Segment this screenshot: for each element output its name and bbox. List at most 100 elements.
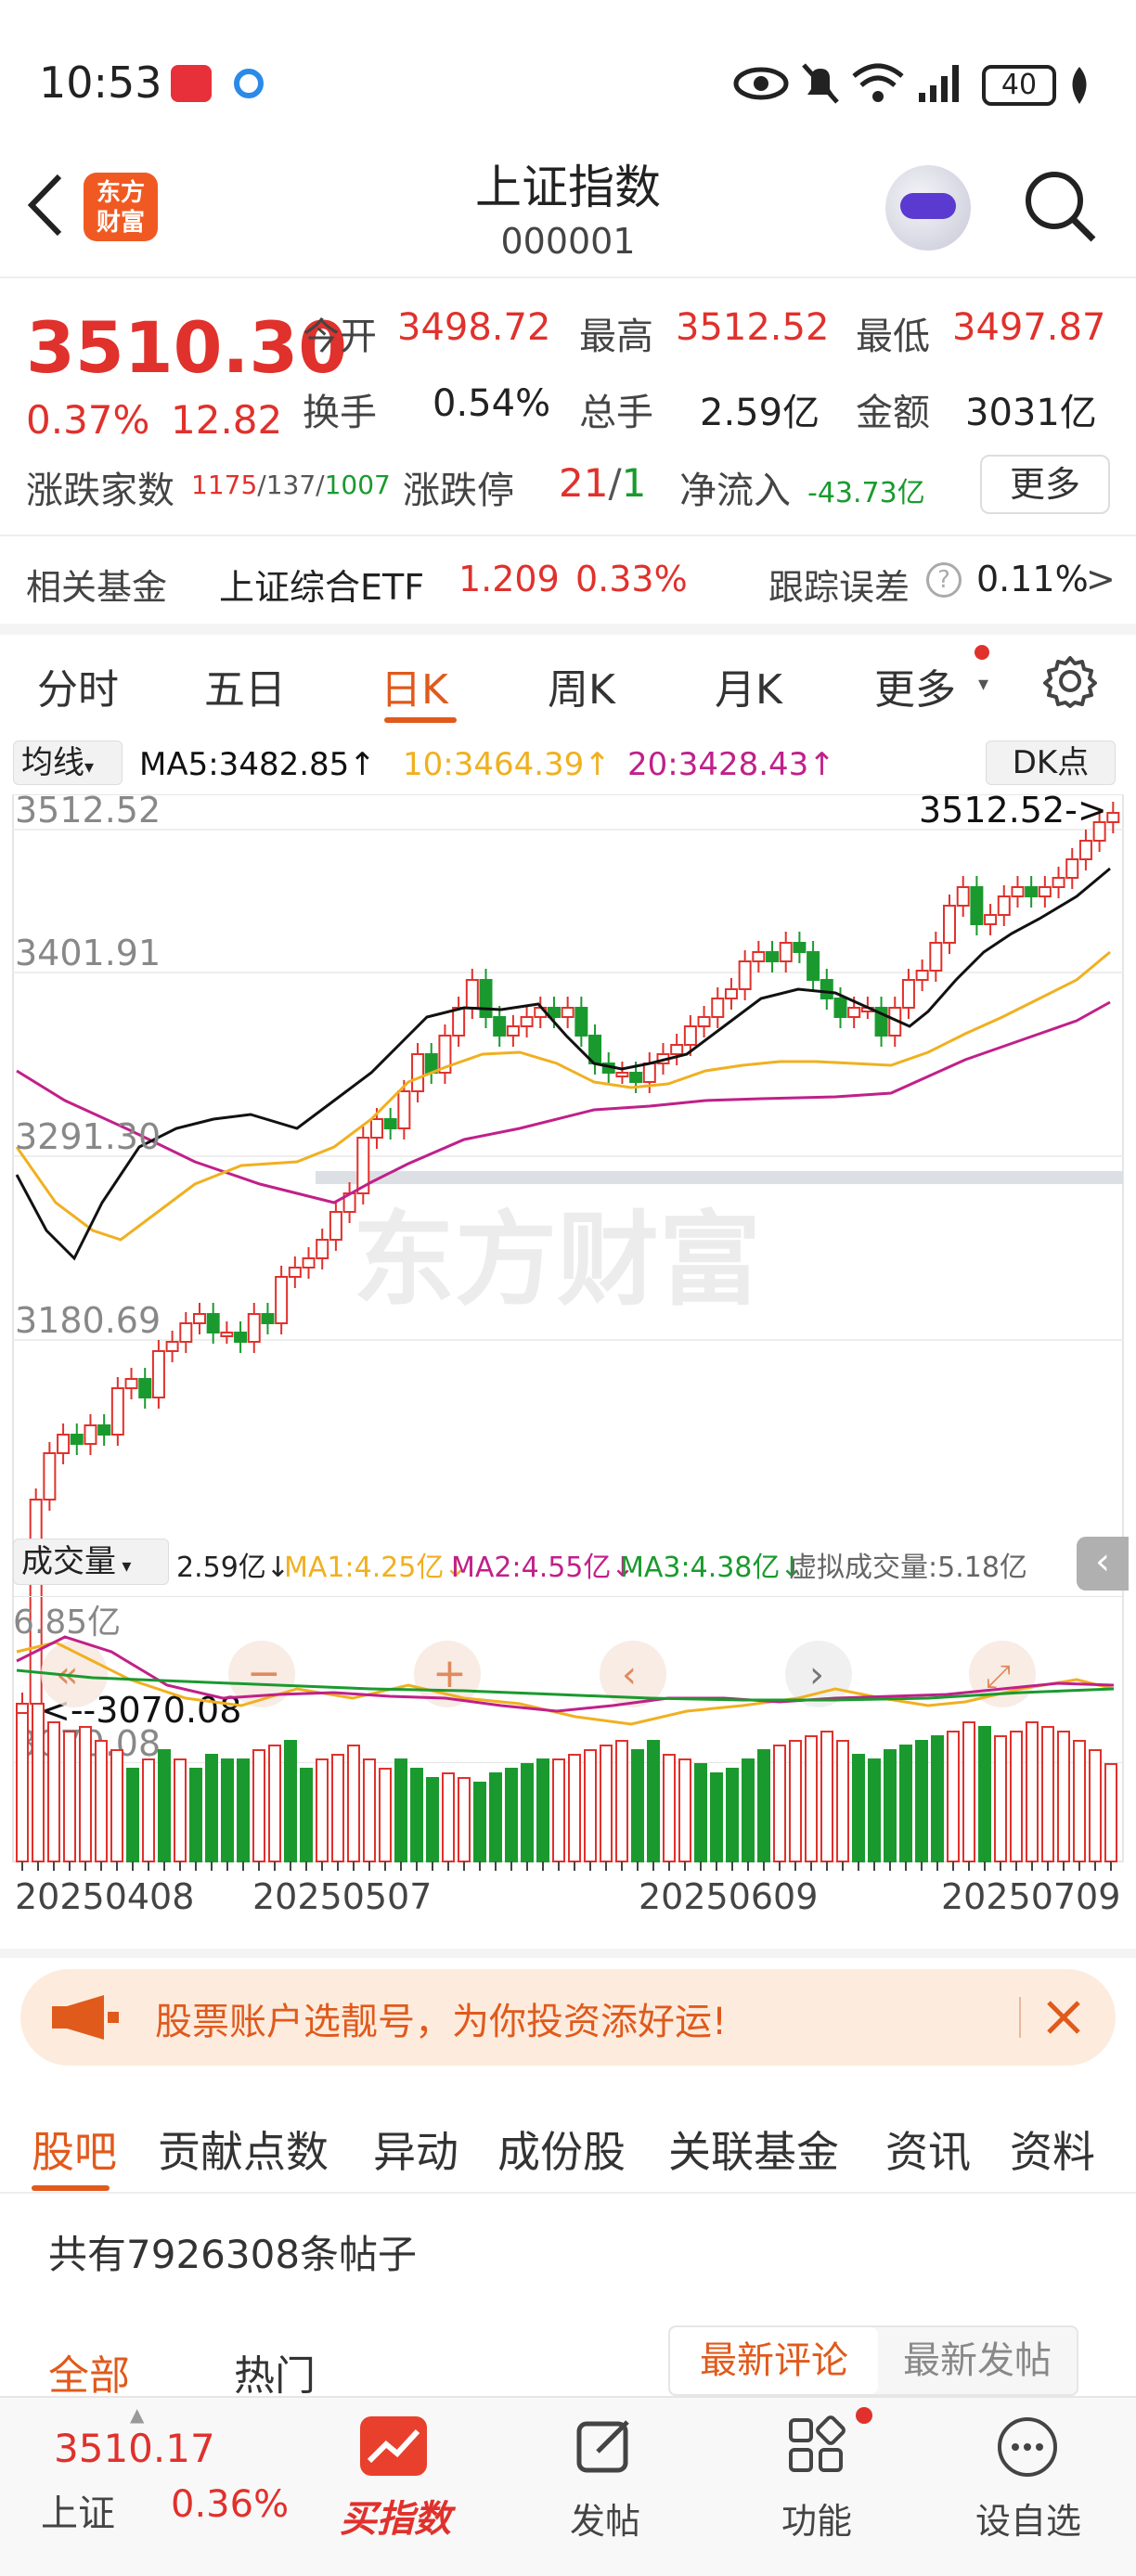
turnover-label: 换手 — [303, 392, 377, 434]
candle-body — [329, 1211, 342, 1241]
volume-bar — [536, 1758, 549, 1862]
tab-guba[interactable]: 股吧 — [32, 2119, 117, 2180]
more-quote-button[interactable]: 更多 — [980, 455, 1110, 514]
candle-body — [984, 914, 998, 925]
candle-body — [697, 1016, 711, 1027]
limit-up: 21 — [559, 460, 609, 506]
candle-body — [1106, 812, 1120, 823]
volume-bar — [978, 1726, 991, 1862]
post-button[interactable]: 发帖 — [540, 2407, 670, 2565]
sort-latest-post[interactable]: 最新发帖 — [878, 2327, 1077, 2394]
settings-gear-icon[interactable] — [1043, 654, 1097, 708]
candle-body — [234, 1332, 248, 1343]
tab-more[interactable]: 更多 — [874, 656, 956, 715]
volume-bar — [1089, 1749, 1102, 1862]
amount-value: 3031亿 — [965, 392, 1097, 434]
volume-bar — [268, 1745, 281, 1862]
content-tabs: 股吧 贡献点数 异动 成份股 关联基金 资讯 资料 — [0, 2093, 1136, 2195]
sort-latest-comment[interactable]: 最新评论 — [670, 2327, 878, 2394]
battery-icon: 40 — [982, 65, 1056, 106]
fund-name[interactable]: 上证综合ETF — [219, 559, 424, 610]
tab-profile[interactable]: 资料 — [1010, 2119, 1095, 2180]
function-badge-dot — [856, 2407, 872, 2424]
limit-label: 涨跌停 — [403, 470, 514, 512]
volume-bar — [316, 1758, 329, 1862]
tab-contribution[interactable]: 贡献点数 — [158, 2119, 329, 2180]
volume-bar — [426, 1777, 439, 1862]
candle-body — [683, 1025, 697, 1046]
candle-body — [206, 1313, 220, 1333]
tab-weekly-k[interactable]: 周K — [548, 656, 615, 715]
tab-news[interactable]: 资讯 — [885, 2119, 971, 2180]
kline-chart-area[interactable]: 均线▾ MA5:3482.85↑ 10:3464.39↑ 20:3428.43↑… — [0, 733, 1136, 1949]
bottom-nav: ▲ 3510.17 上证 0.36% 买指数 发帖 功能 设自选 — [0, 2396, 1136, 2576]
tab-constituents[interactable]: 成份股 — [497, 2119, 626, 2180]
date-ticks — [21, 1861, 1112, 1871]
function-button[interactable]: 功能 — [752, 2407, 882, 2565]
search-icon[interactable] — [1021, 167, 1099, 245]
volume-bar — [678, 1758, 691, 1862]
candle-body — [124, 1378, 138, 1389]
tracking-label: 跟踪误差 — [768, 567, 910, 608]
signal-icon — [919, 65, 959, 102]
limit-down: 1 — [621, 460, 647, 506]
collapse-panel-button[interactable]: ‹ — [1077, 1537, 1129, 1591]
volume-bar — [915, 1740, 928, 1862]
candle-body — [288, 1267, 302, 1278]
tab-related-funds[interactable]: 关联基金 — [668, 2119, 839, 2180]
candle-body — [302, 1257, 316, 1269]
change-value: 12.82 — [171, 397, 283, 443]
add-watchlist-button[interactable]: 设自选 — [954, 2407, 1103, 2565]
volume-bar — [1026, 1721, 1039, 1862]
netflow-value: -43.73亿 — [807, 477, 925, 509]
volume-bar — [442, 1772, 455, 1862]
volume-bar — [110, 1749, 123, 1862]
volume-bar — [584, 1749, 597, 1862]
fund-arrow-icon[interactable]: > — [1086, 559, 1116, 599]
buy-index-button[interactable]: 买指数 — [325, 2407, 464, 2565]
tab-five-day[interactable]: 五日 — [204, 656, 286, 715]
robot-avatar[interactable] — [885, 165, 971, 251]
low-value: 3497.87 — [952, 306, 1106, 349]
candle-body — [847, 1007, 861, 1018]
tab-monthly-k[interactable]: 月K — [715, 656, 782, 715]
volume-bar — [47, 1721, 60, 1862]
breadth-up: 1175 — [191, 470, 258, 500]
volume-bar — [663, 1754, 676, 1862]
close-icon[interactable] — [1043, 1997, 1084, 2038]
volume-bar — [1057, 1731, 1070, 1862]
candle-body — [779, 942, 793, 962]
dk-point-button[interactable]: DK点 — [986, 741, 1116, 785]
volume-bar — [363, 1758, 376, 1862]
tab-intraday[interactable]: 分时 — [37, 656, 119, 715]
promo-banner[interactable]: 股票账户选靓号，为你投资添好运! — [20, 1969, 1116, 2066]
candle-body — [70, 1434, 84, 1445]
candle-body — [506, 1025, 520, 1037]
index-ticker[interactable]: ▲ 3510.17 上证 0.36% — [0, 2398, 297, 2576]
tab-movement[interactable]: 异动 — [373, 2119, 458, 2180]
candle-body — [997, 895, 1011, 916]
filter-hot[interactable]: 热门 — [234, 2342, 316, 2402]
volume-bar — [552, 1758, 565, 1862]
candle-body — [970, 886, 984, 925]
volume-bar — [142, 1758, 155, 1862]
volume-bar — [489, 1772, 502, 1862]
filter-all[interactable]: 全部 — [48, 2342, 130, 2402]
fund-label: 相关基金 — [26, 567, 168, 608]
candle-body — [766, 951, 780, 962]
candle-body — [275, 1276, 289, 1324]
megaphone-icon — [52, 1995, 119, 2040]
candle-body — [43, 1452, 57, 1501]
ma-select[interactable]: 均线▾ — [13, 741, 123, 785]
volume-bar — [379, 1768, 392, 1862]
volume-bar — [615, 1740, 628, 1862]
volume-bar — [647, 1740, 660, 1862]
tab-daily-k[interactable]: 日K — [381, 656, 448, 715]
candle-body — [956, 886, 970, 907]
help-icon[interactable]: ? — [926, 562, 962, 598]
huawei-app-icon — [171, 65, 212, 102]
volume-bar — [836, 1740, 849, 1862]
candle-body — [943, 905, 957, 944]
y-label-2: 3401.91 — [15, 933, 161, 973]
volume-select[interactable]: 成交量 ▾ — [13, 1539, 169, 1585]
